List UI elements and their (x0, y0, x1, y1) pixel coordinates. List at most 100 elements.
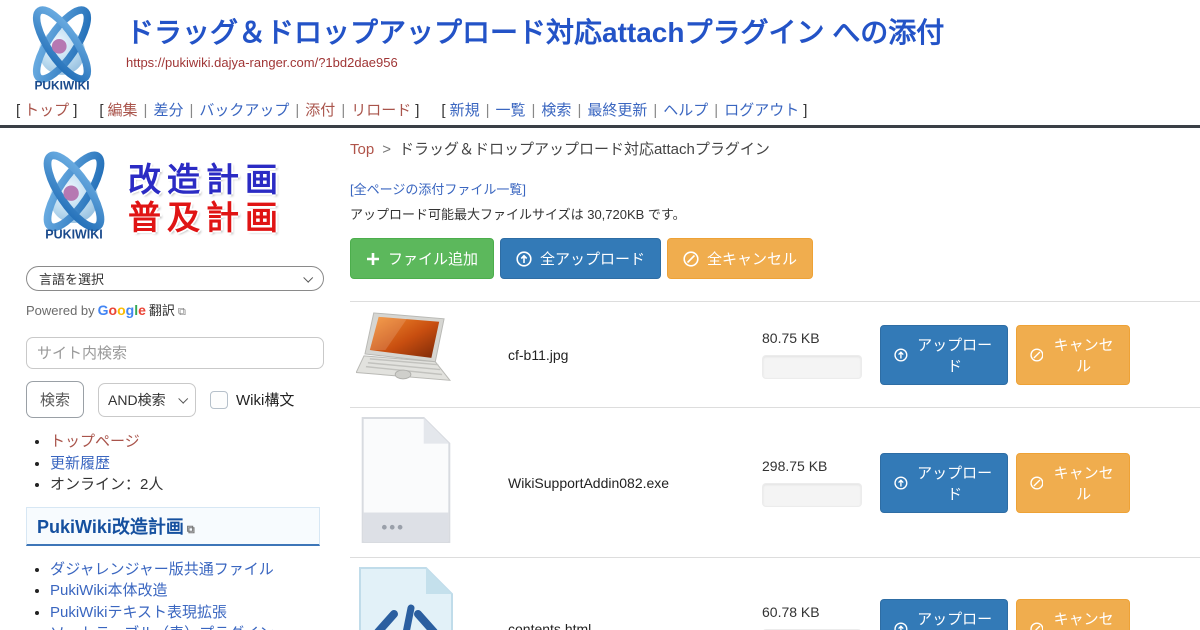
separator: | (189, 102, 193, 119)
sidebar-heading-kaizou[interactable]: PukiWiki改造計画⧉ (26, 507, 320, 546)
separator: | (714, 102, 718, 119)
bracket: [ (441, 102, 445, 119)
online-count: オンライン：2人 (50, 476, 163, 493)
wiki-syntax-label: Wiki構文 (236, 389, 294, 410)
upload-toolbar: ファイル追加 全アップロード 全キャンセル (350, 238, 1200, 279)
google-logo-text: Google (98, 302, 146, 318)
upload-progress-bar (762, 355, 862, 379)
file-thumbnail (356, 310, 508, 399)
search-mode-value: AND検索 (108, 390, 166, 410)
atom-logo-icon: PUKIWIKI (26, 147, 122, 251)
cancel-label: キャンセル (1051, 334, 1116, 376)
nav-link-edit[interactable]: 編集 (108, 102, 138, 119)
cancel-button[interactable]: キャンセル (1016, 453, 1130, 513)
page-header: PUKIWIKI ドラッグ＆ドロップアップロード対応attachプラグイン への… (0, 0, 1200, 125)
nav-link-reload[interactable]: リロード (351, 102, 411, 119)
file-actions: アップロード キャンセル (880, 325, 1130, 385)
breadcrumb-separator: > (382, 141, 391, 158)
language-select[interactable]: 言語を選択 (26, 266, 324, 291)
sidebar-list-top: トップページ 更新履歴 オンライン：2人 (26, 432, 326, 495)
separator: | (653, 102, 657, 119)
bracket: [ (99, 102, 103, 119)
upload-label: アップロード (916, 334, 994, 376)
bracket: ] (73, 102, 77, 119)
pukiwiki-logo[interactable]: PUKIWIKI (16, 4, 108, 100)
breadcrumb-current: ドラッグ＆ドロップアップロード対応attachプラグイン (399, 141, 770, 158)
list-item: PukiWikiテキスト表現拡張 (50, 603, 326, 623)
nav-link-new[interactable]: 新規 (450, 102, 480, 119)
top-navigation: [トップ][編集|差分|バックアップ|添付|リロード][新規|一覧|検索|最終更… (12, 99, 811, 120)
nav-link-backup[interactable]: バックアップ (199, 102, 289, 119)
add-files-button[interactable]: ファイル追加 (350, 238, 494, 279)
translate-label[interactable]: 翻訳 (149, 303, 175, 318)
nav-link-search[interactable]: 検索 (541, 102, 571, 119)
ban-icon (1030, 621, 1044, 630)
list-item: PukiWiki本体改造 (50, 581, 326, 601)
search-button[interactable]: 検索 (26, 381, 84, 418)
nav-link-top[interactable]: トップ (24, 102, 69, 119)
cancel-button[interactable]: キャンセル (1016, 599, 1130, 630)
logo-wordmark: PUKIWIKI (45, 227, 103, 241)
powered-by-text: Powered by (26, 303, 95, 318)
upload-label: アップロード (916, 608, 994, 630)
sidebar-link-sorttable[interactable]: ソートテーブル（表）プラグイン (50, 625, 274, 630)
cancel-all-label: 全キャンセル (707, 248, 797, 269)
page-title: ドラッグ＆ドロップアップロード対応attachプラグイン への添付 (126, 16, 1200, 50)
file-thumbnail (356, 566, 508, 630)
nav-link-list[interactable]: 一覧 (496, 102, 526, 119)
upload-button[interactable]: アップロード (880, 453, 1008, 513)
separator: | (577, 102, 581, 119)
nav-link-logout[interactable]: ログアウト (724, 102, 799, 119)
sidebar-site-logo[interactable]: PUKIWIKI 改造計画 普及計画 (26, 144, 326, 254)
cancel-all-button[interactable]: 全キャンセル (667, 238, 813, 279)
laptop-photo-thumbnail (356, 310, 454, 394)
breadcrumb-top-link[interactable]: Top (350, 141, 374, 158)
list-item: ダジャレンジャー版共通ファイル (50, 560, 326, 580)
separator: | (341, 102, 345, 119)
upload-circle-icon (894, 621, 908, 630)
site-slogan-line1: 改造計画 (128, 161, 284, 199)
chevron-down-icon (178, 394, 188, 404)
nav-link-help[interactable]: ヘルプ (663, 102, 708, 119)
search-mode-select[interactable]: AND検索 (98, 383, 196, 417)
separator: | (532, 102, 536, 119)
sidebar-link-history[interactable]: 更新履歴 (50, 455, 110, 472)
atom-logo-icon: PUKIWIKI (16, 4, 108, 100)
sidebar-heading-label: PukiWiki改造計画 (37, 517, 184, 537)
add-files-label: ファイル追加 (388, 248, 478, 269)
nav-link-recent[interactable]: 最終更新 (587, 102, 647, 119)
upload-button[interactable]: アップロード (880, 325, 1008, 385)
bracket: ] (415, 102, 419, 119)
file-size-column: 60.78 KB (762, 604, 880, 630)
page-url-link[interactable]: https://pukiwiki.dajya-ranger.com/?1bd2d… (126, 55, 398, 70)
file-row: contents.html 60.78 KB アップロード キャンセル (350, 557, 1200, 630)
all-attachments-link[interactable]: [全ページの添付ファイル一覧] (350, 179, 526, 198)
sidebar-link-common-files[interactable]: ダジャレンジャー版共通ファイル (50, 561, 274, 578)
wiki-syntax-checkbox[interactable] (210, 391, 228, 409)
max-upload-size-text: アップロード可能最大ファイルサイズは 30,720KB です。 (350, 204, 1200, 223)
sidebar-link-toppage[interactable]: トップページ (50, 433, 140, 450)
nav-link-attach[interactable]: 添付 (305, 102, 335, 119)
cancel-button[interactable]: キャンセル (1016, 325, 1130, 385)
file-thumbnail (356, 416, 508, 549)
separator: | (486, 102, 490, 119)
list-item: ソートテーブル（表）プラグイン (50, 624, 326, 630)
bracket: ] (803, 102, 807, 119)
upload-button[interactable]: アップロード (880, 599, 1008, 630)
file-size: 60.78 KB (762, 604, 880, 620)
external-link-icon: ⧉ (187, 524, 195, 536)
html-file-icon (356, 566, 456, 630)
site-search-input[interactable] (26, 337, 324, 369)
file-name: WikiSupportAddin082.exe (508, 475, 762, 491)
sidebar-list-plugins: ダジャレンジャー版共通ファイル PukiWiki本体改造 PukiWikiテキス… (26, 560, 326, 630)
upload-all-button[interactable]: 全アップロード (500, 238, 661, 279)
upload-progress-bar (762, 483, 862, 507)
separator: | (144, 102, 148, 119)
ban-icon (1030, 475, 1044, 491)
nav-link-diff[interactable]: 差分 (153, 102, 183, 119)
sidebar-link-text-ext[interactable]: PukiWikiテキスト表現拡張 (50, 604, 227, 621)
sidebar-link-core-mod[interactable]: PukiWiki本体改造 (50, 582, 168, 599)
plus-icon (366, 252, 380, 266)
file-row: cf-b11.jpg 80.75 KB アップロード キャンセル (350, 301, 1200, 407)
ban-icon (683, 251, 699, 267)
